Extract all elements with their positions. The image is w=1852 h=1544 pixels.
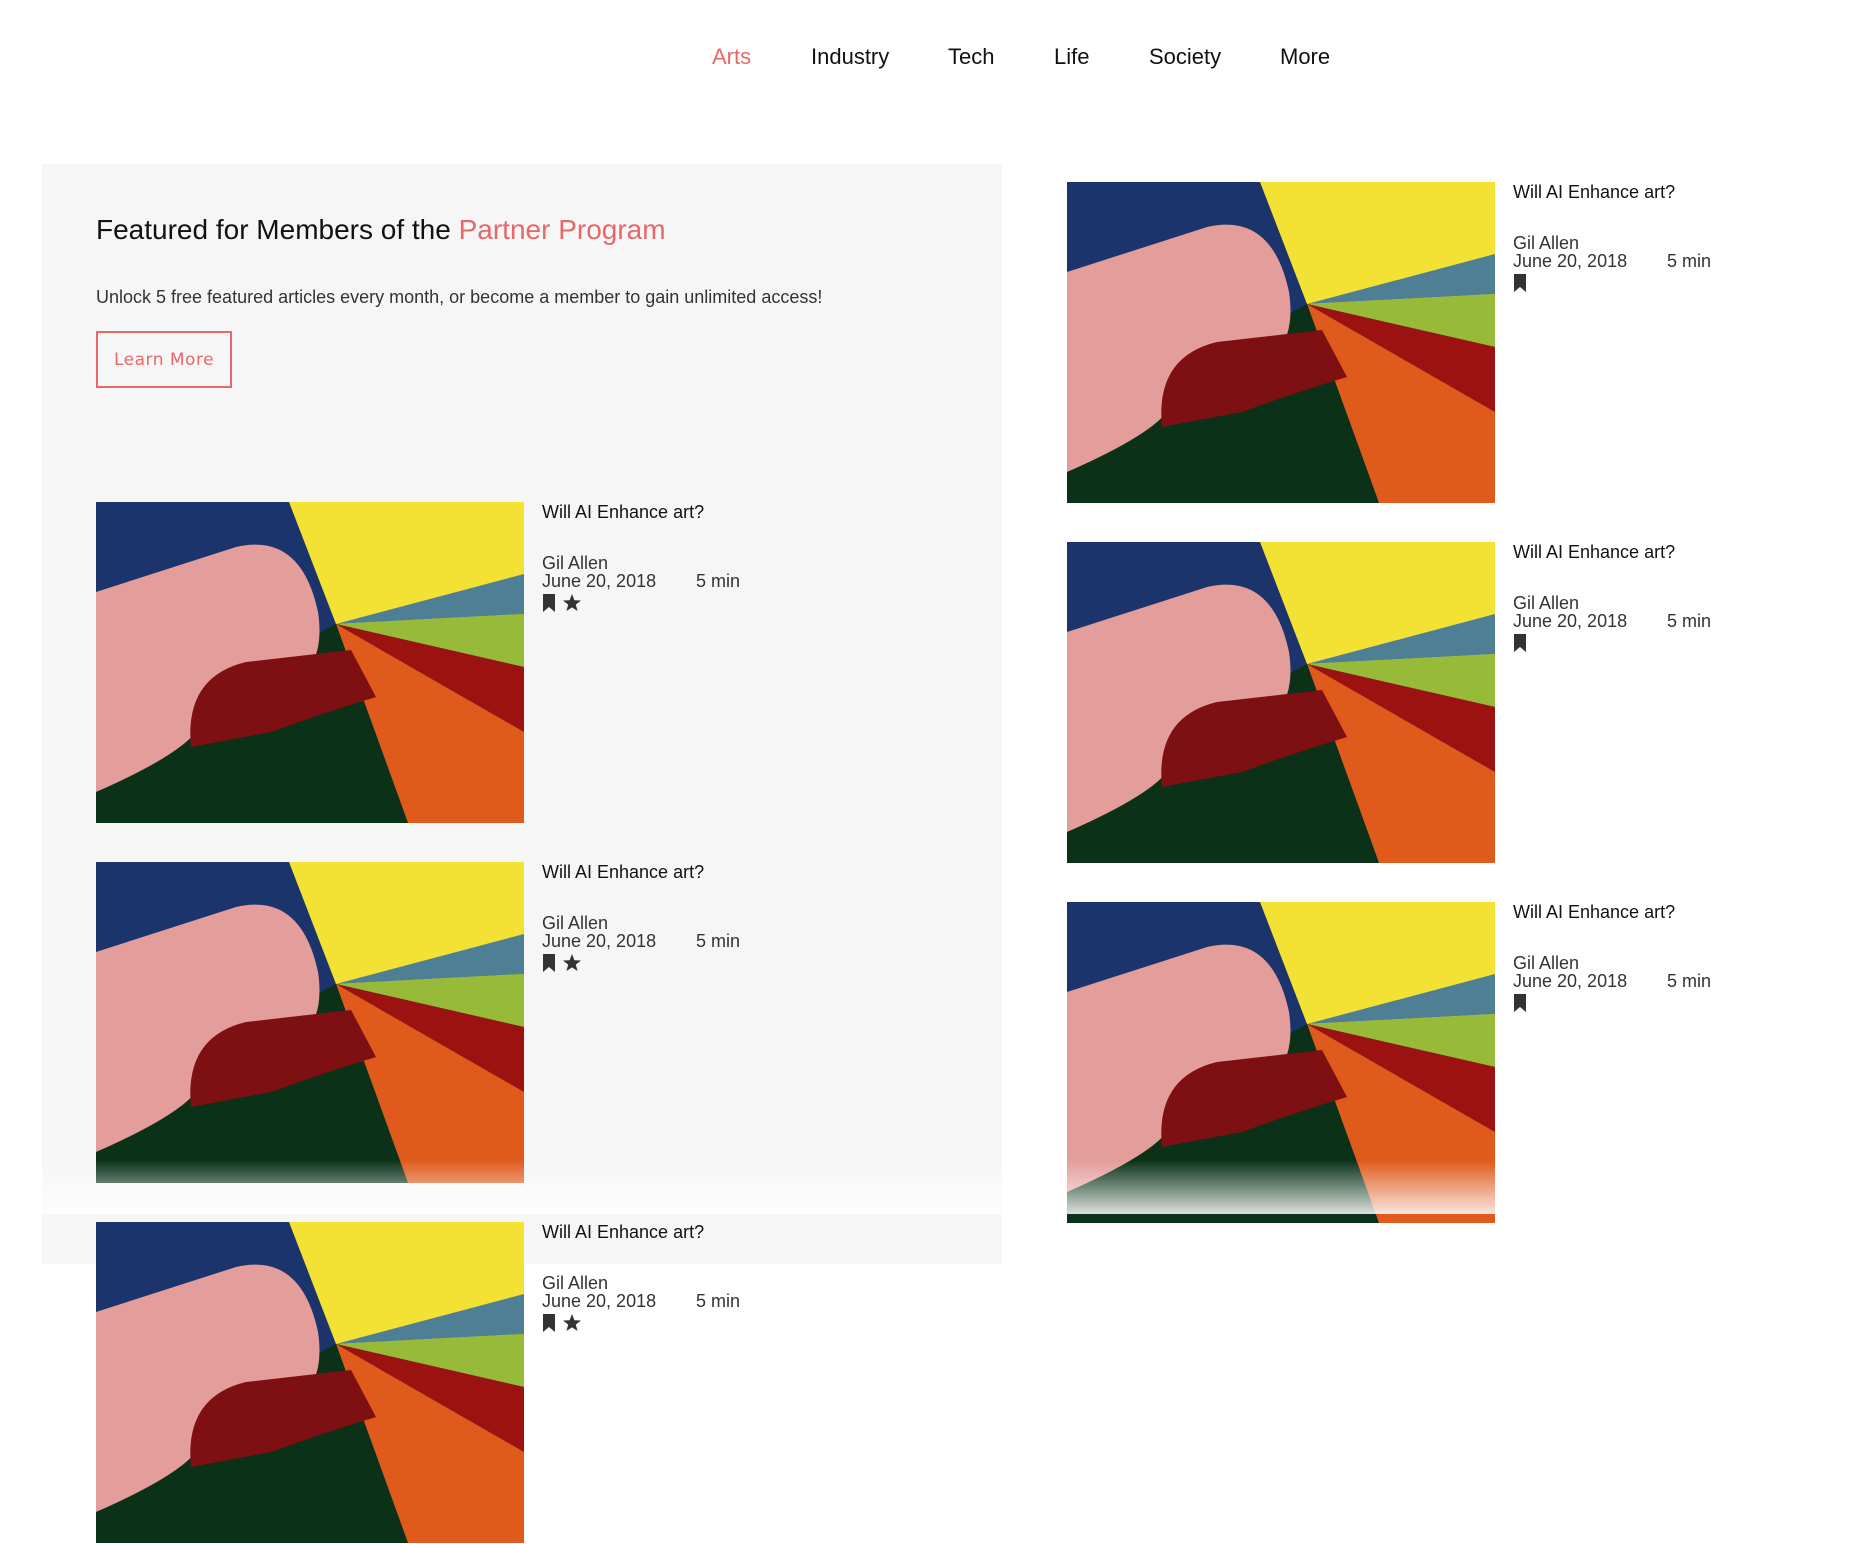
featured-title-prefix: Featured for Members of the <box>96 214 451 245</box>
article-thumbnail[interactable] <box>96 1222 524 1543</box>
article-card[interactable]: Will AI Enhance art? Gil Allen June 20, 20… <box>1067 542 1757 864</box>
article-card[interactable]: Will AI Enhance art? Gil Allen June 20, 20… <box>96 502 786 824</box>
nav-item-tech[interactable]: Tech <box>948 40 994 74</box>
article-read-time: 5 min <box>696 1291 741 1311</box>
article-title[interactable]: Will AI Enhance art? <box>1513 182 1675 203</box>
article-card[interactable]: Will AI Enhance art? Gil Allen June 20, 20… <box>96 862 786 1184</box>
star-icon[interactable] <box>562 954 582 977</box>
article-actions <box>1513 994 1527 1017</box>
article-title[interactable]: Will AI Enhance art? <box>1513 902 1675 923</box>
article-card[interactable]: Will AI Enhance art? Gil Allen June 20, 20… <box>1067 902 1757 1224</box>
article-read-time: 5 min <box>1667 971 1712 991</box>
article-thumbnail[interactable] <box>96 862 524 1183</box>
nav-item-society[interactable]: Society <box>1149 40 1221 74</box>
top-nav: Arts Industry Tech Life Society More <box>0 40 1852 80</box>
article-date: June 20, 2018 <box>542 1291 657 1311</box>
article-card[interactable]: Will AI Enhance art? Gil Allen June 20, 20… <box>96 1222 786 1544</box>
bookmark-icon[interactable] <box>542 1314 556 1337</box>
article-read-time: 5 min <box>1667 611 1712 631</box>
article-date: June 20, 2018 <box>1513 611 1628 631</box>
article-title[interactable]: Will AI Enhance art? <box>1513 542 1675 563</box>
star-icon[interactable] <box>562 1314 582 1337</box>
bookmark-icon[interactable] <box>1513 634 1527 657</box>
article-read-time: 5 min <box>696 571 741 591</box>
article-thumbnail[interactable] <box>1067 902 1495 1223</box>
bookmark-icon[interactable] <box>1513 274 1527 297</box>
article-read-time: 5 min <box>1667 251 1712 271</box>
featured-description: Unlock 5 free featured articles every mo… <box>96 287 823 307</box>
article-actions <box>542 954 582 977</box>
article-date: June 20, 2018 <box>1513 251 1628 271</box>
article-read-time: 5 min <box>696 931 741 951</box>
bookmark-icon[interactable] <box>1513 994 1527 1017</box>
nav-item-life[interactable]: Life <box>1054 40 1089 74</box>
bookmark-icon[interactable] <box>542 954 556 977</box>
learn-more-button[interactable]: Learn More <box>96 331 232 388</box>
article-thumbnail[interactable] <box>1067 182 1495 503</box>
article-date: June 20, 2018 <box>542 931 657 951</box>
bookmark-icon[interactable] <box>542 594 556 617</box>
article-title[interactable]: Will AI Enhance art? <box>542 502 704 523</box>
article-actions <box>1513 274 1527 297</box>
article-date: June 20, 2018 <box>1513 971 1628 991</box>
article-date: June 20, 2018 <box>542 571 657 591</box>
nav-item-arts[interactable]: Arts <box>712 40 751 74</box>
article-thumbnail[interactable] <box>96 502 524 823</box>
article-title[interactable]: Will AI Enhance art? <box>542 862 704 883</box>
article-title[interactable]: Will AI Enhance art? <box>542 1222 704 1243</box>
featured-title: Featured for Members of the Partner Prog… <box>96 214 666 246</box>
nav-item-more[interactable]: More <box>1280 40 1330 74</box>
article-actions <box>1513 634 1527 657</box>
star-icon[interactable] <box>562 594 582 617</box>
article-actions <box>542 594 582 617</box>
article-card[interactable]: Will AI Enhance art? Gil Allen June 20, 20… <box>1067 182 1757 504</box>
nav-item-industry[interactable]: Industry <box>811 40 889 74</box>
article-thumbnail[interactable] <box>1067 542 1495 863</box>
article-actions <box>542 1314 582 1337</box>
partner-program-link[interactable]: Partner Program <box>459 214 666 245</box>
